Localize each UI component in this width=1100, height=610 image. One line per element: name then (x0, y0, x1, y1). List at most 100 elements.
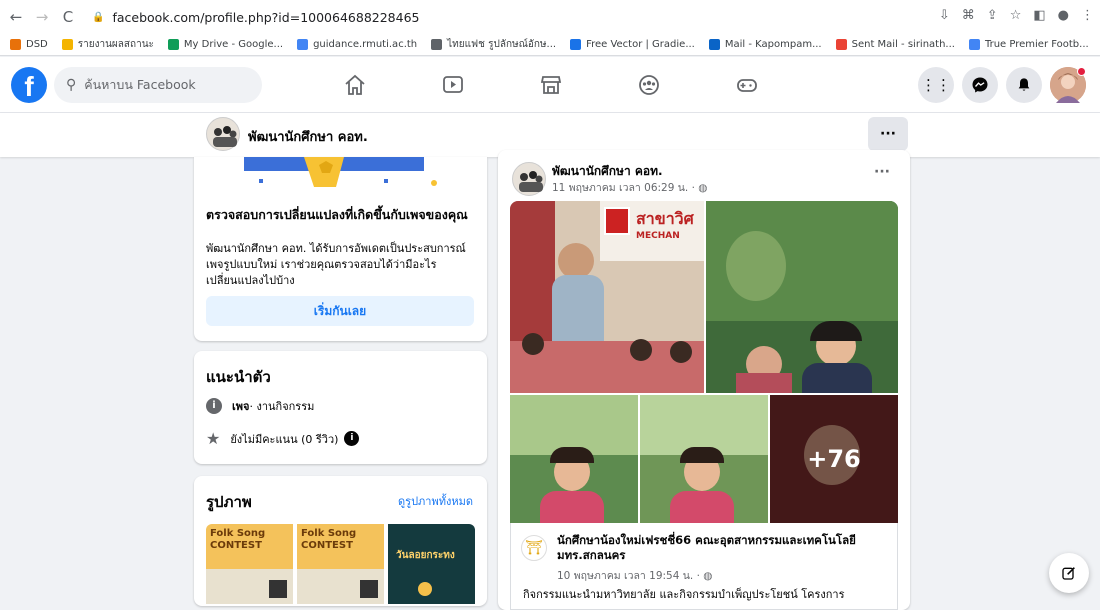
photos-card: รูปภาพ ดูรูปภาพทั้งหมด Folk Song CONTEST… (194, 476, 487, 606)
banner-text: สาขาวิศ (636, 209, 694, 228)
bookmark-label: My Drive - Google... (183, 38, 284, 50)
post-photo-4[interactable] (640, 395, 768, 523)
rating-info-icon[interactable]: i (344, 431, 360, 446)
outlook-icon (708, 38, 720, 50)
bookmark-item[interactable]: Sent Mail - sirinath... (835, 38, 955, 50)
post-card: พัฒนานักศึกษา คอท. 11 พฤษภาคม เวลา 06:29… (498, 150, 910, 610)
page-name[interactable]: พัฒนานักศึกษา คอท. (248, 126, 368, 147)
post-photo-1[interactable]: สาขาวิศ MECHAN (510, 201, 704, 393)
address-bar[interactable]: 🔒 facebook.com/profile.php?id=1000646882… (92, 7, 419, 27)
url-text: facebook.com/profile.php?id=100064688228… (112, 9, 420, 25)
bookmark-item[interactable]: Free Vector | Gradie... (570, 38, 695, 50)
photo-thumb-2[interactable]: Folk Song CONTEST (297, 524, 384, 604)
bookmark-item[interactable]: guidance.rmuti.ac.th (297, 38, 418, 50)
bookmark-label: รายงานผลสถานะ (77, 38, 154, 50)
shared-post-time: 10 พฤษภาคม เวลา 19:54 น. · ◍ (557, 567, 712, 584)
bookmark-label: DSD (26, 38, 48, 50)
rating-text: ยังไม่มีคะแนน (0 รีวิว) (230, 432, 339, 446)
search-input[interactable]: ⚲ ค้นหาบน Facebook (54, 67, 262, 103)
changes-title: ตรวจสอบการเปลี่ยนแปลงที่เกิดขึ้นกับเพจขอ… (206, 207, 468, 222)
report-icon (61, 38, 73, 50)
lock-icon: 🔒 (92, 11, 105, 23)
star-icon: ★ (206, 429, 221, 448)
bookmark-item[interactable]: My Drive - Google... (167, 38, 284, 50)
post-time-text: 11 พฤษภาคม เวลา 06:29 น. · (552, 182, 699, 194)
photo-thumb-1[interactable]: Folk Song CONTEST (206, 524, 293, 604)
back-icon[interactable]: ← (6, 8, 26, 26)
home-tab[interactable] (320, 57, 390, 113)
post-more-icon[interactable]: ··· (874, 164, 890, 180)
post-timestamp[interactable]: 11 พฤษภาคม เวลา 06:29 น. · ◍ (552, 179, 707, 196)
notifications-icon[interactable] (1006, 67, 1042, 103)
bookmark-item[interactable]: รายงานผลสถานะ (61, 37, 154, 52)
post-photo-2[interactable] (706, 201, 898, 393)
rating-row: ★ ยังไม่มีคะแนน (0 รีวิว) i (206, 429, 360, 448)
marketplace-icon (540, 76, 562, 94)
groups-tab[interactable] (614, 57, 684, 113)
profile-icon[interactable]: ● (1058, 8, 1069, 23)
star-icon[interactable]: ☆ (1010, 8, 1022, 23)
page-changes-card: ตรวจสอบการเปลี่ยนแปลงที่เกิดขึ้นกับเพจขอ… (194, 157, 487, 341)
banner-subtext: MECHAN (636, 231, 680, 241)
forward-icon[interactable]: → (32, 8, 52, 26)
watch-tab[interactable] (418, 57, 488, 113)
share-icon[interactable]: ⇪ (987, 8, 998, 23)
menu-icon[interactable]: ⋮ (1081, 8, 1094, 23)
gaming-icon (737, 79, 757, 92)
photo-thumb-3[interactable]: วันลอยกระทง (388, 524, 475, 604)
shared-post-box[interactable]: ⛩ นักศึกษาน้องใหม่เฟรชชี่66 คณะอุตสาหกรร… (510, 523, 898, 610)
bookmark-item[interactable]: ไทยแฟช รูปลักษณ์อักษ... (431, 37, 556, 52)
more-photos-overlay[interactable]: +76 (770, 395, 898, 523)
bookmark-item[interactable]: True Premier Footb... (968, 38, 1089, 50)
translate-icon[interactable]: ⌘ (962, 8, 975, 23)
messenger-icon[interactable] (962, 67, 998, 103)
marketplace-tab[interactable] (516, 57, 586, 113)
page-type-value: · งานกิจกรรม (249, 400, 315, 413)
shared-post-title: นักศึกษาน้องใหม่เฟรชชี่66 คณะอุตสาหกรรมแ… (557, 533, 856, 562)
thumb-2-text: Folk Song CONTEST (301, 528, 357, 551)
freepik-icon (570, 38, 582, 50)
sidepanel-icon[interactable]: ◧ (1033, 8, 1045, 23)
search-icon: ⚲ (66, 77, 77, 93)
home-icon (345, 74, 365, 95)
page-avatar[interactable] (206, 117, 240, 151)
dsd-icon (10, 38, 21, 50)
groups-icon (639, 75, 659, 95)
gaming-tab[interactable] (712, 57, 782, 113)
new-message-button[interactable] (1049, 553, 1089, 593)
google-drive-icon (167, 38, 179, 50)
intro-title: แนะนำตัว (206, 368, 271, 386)
search-placeholder: ค้นหาบน Facebook (84, 77, 196, 92)
post-author-avatar[interactable] (512, 162, 546, 196)
start-button[interactable]: เริ่มกันเลย (206, 296, 474, 326)
globe-icon: ◍ (703, 570, 713, 582)
reload-icon[interactable]: C (58, 8, 78, 26)
gmail-icon (835, 38, 847, 50)
thumb-3-text: วันลอยกระทง (396, 550, 455, 561)
post-photo-5[interactable]: +76 (770, 395, 898, 523)
page-icon (431, 38, 443, 50)
facebook-logo-icon[interactable]: f (11, 67, 47, 103)
thumb-1-text: Folk Song CONTEST (210, 528, 266, 551)
install-icon[interactable]: ⇩ (939, 8, 950, 23)
more-options-button[interactable]: ··· (868, 117, 908, 151)
guidance-icon (297, 38, 309, 50)
facebook-header: f ⚲ ค้นหาบน Facebook ⋮⋮ (0, 57, 1100, 113)
menu-grid-icon[interactable]: ⋮⋮ (918, 67, 954, 103)
google-icon (968, 38, 980, 50)
info-icon: i (206, 398, 222, 414)
bookmark-item[interactable]: Mail - Kapompam... (708, 38, 822, 50)
intro-card: แนะนำตัว i เพจ · งานกิจกรรม ★ ยังไม่มีคะ… (194, 351, 487, 464)
bookmark-label: True Premier Footb... (984, 38, 1089, 50)
shared-post-body: กิจกรรมแนะนำมหาวิทยาลัย และกิจกรรมบำเพ็ญ… (523, 588, 845, 601)
bookmark-label: Mail - Kapompam... (724, 38, 822, 50)
see-all-photos-link[interactable]: ดูรูปภาพทั้งหมด (398, 492, 473, 510)
account-avatar[interactable] (1050, 67, 1086, 103)
bookmark-label: Free Vector | Gradie... (586, 38, 695, 50)
page-type-row: i เพจ · งานกิจกรรม (206, 397, 314, 415)
post-photo-3[interactable] (510, 395, 638, 523)
notification-badge (1077, 67, 1086, 76)
bookmark-item[interactable]: DSD (10, 38, 48, 50)
compose-icon (1062, 567, 1075, 580)
bookmark-label: guidance.rmuti.ac.th (313, 38, 418, 50)
